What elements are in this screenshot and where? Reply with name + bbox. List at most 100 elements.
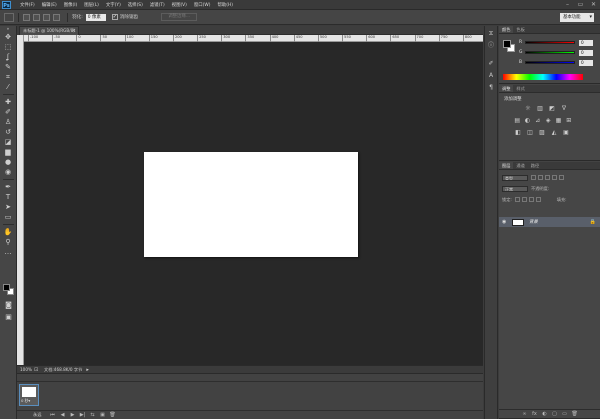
blue-value[interactable]: 0 xyxy=(579,59,593,66)
previous-frame-icon[interactable]: ◀ xyxy=(59,412,66,419)
clone-stamp-tool-icon[interactable]: ♙ xyxy=(3,117,14,127)
brush-tool-icon[interactable]: ✐ xyxy=(3,107,14,117)
filter-adjustment-icon[interactable] xyxy=(538,175,543,180)
first-frame-icon[interactable]: ⏮ xyxy=(49,412,56,419)
history-brush-tool-icon[interactable]: ↺ xyxy=(3,127,14,137)
move-tool-icon[interactable]: ✥ xyxy=(3,32,14,42)
menu-edit[interactable]: 编辑(E) xyxy=(42,2,57,8)
brightness-contrast-icon[interactable]: ☼ xyxy=(524,105,532,113)
adjustment-layer-icon[interactable]: ◐ xyxy=(542,411,548,417)
zoom-level[interactable]: 100% xyxy=(20,367,34,372)
lock-pixels-icon[interactable] xyxy=(521,197,527,202)
subtract-selection-button[interactable] xyxy=(43,13,50,21)
filter-type-icon[interactable] xyxy=(545,175,550,180)
link-layers-icon[interactable]: ∞ xyxy=(522,411,528,417)
add-selection-button[interactable] xyxy=(33,13,40,21)
green-value[interactable]: 0 xyxy=(579,49,593,56)
menu-type[interactable]: 文字(Y) xyxy=(106,2,121,8)
hue-saturation-icon[interactable]: ◐ xyxy=(524,117,530,125)
crop-tool-icon[interactable]: ⌗ xyxy=(3,72,14,82)
gradient-map-icon[interactable]: ▣ xyxy=(562,129,570,137)
layer-style-icon[interactable]: fx xyxy=(532,411,538,417)
color-spectrum[interactable] xyxy=(503,74,583,80)
filter-shape-icon[interactable] xyxy=(552,175,557,180)
dodge-tool-icon[interactable]: ◉ xyxy=(3,167,14,177)
blur-tool-icon[interactable]: ● xyxy=(3,157,14,167)
channel-mixer-icon[interactable]: ⊞ xyxy=(566,117,572,125)
vibrance-icon[interactable]: ▤ xyxy=(514,117,520,125)
workspace-select[interactable]: 基本功能 xyxy=(560,13,594,22)
animation-frame[interactable]: 0 秒▾ xyxy=(19,384,39,406)
menu-view[interactable]: 视图(V) xyxy=(172,2,187,8)
color-balance-icon[interactable]: ⊿ xyxy=(535,117,541,125)
tab-channels[interactable]: 通道 xyxy=(513,162,527,169)
tab-styles[interactable]: 样式 xyxy=(513,85,527,92)
red-track[interactable] xyxy=(525,41,575,44)
posterize-icon[interactable]: ◫ xyxy=(526,129,534,137)
menu-window[interactable]: 窗口(W) xyxy=(194,2,211,8)
delete-layer-icon[interactable]: 🗑 xyxy=(572,411,578,417)
photo-filter-icon[interactable]: ▦ xyxy=(555,117,562,125)
gradient-tool-icon[interactable]: ▆ xyxy=(3,147,14,157)
intersect-selection-button[interactable] xyxy=(53,13,60,21)
healing-brush-tool-icon[interactable]: ✚ xyxy=(3,97,14,107)
foreground-color-swatch[interactable] xyxy=(3,284,10,291)
green-slider[interactable]: G 0 xyxy=(519,49,597,56)
properties-panel-icon[interactable]: ⓘ xyxy=(487,41,496,50)
play-icon[interactable]: ▶ xyxy=(69,412,76,419)
invert-icon[interactable]: ◧ xyxy=(514,129,522,137)
filter-pixel-icon[interactable] xyxy=(531,175,536,180)
lock-position-icon[interactable] xyxy=(528,197,534,202)
layer-mask-icon[interactable]: ▢ xyxy=(552,411,558,417)
exposure-icon[interactable]: ∇ xyxy=(560,105,568,113)
zoom-tool-icon[interactable]: ⚲ xyxy=(3,237,14,247)
pen-tool-icon[interactable]: ✒ xyxy=(3,182,14,192)
delete-frame-icon[interactable]: 🗑 xyxy=(109,412,116,419)
levels-icon[interactable]: ▥ xyxy=(536,105,544,113)
blue-track[interactable] xyxy=(525,61,575,64)
character-panel-icon[interactable]: A xyxy=(487,71,496,80)
visibility-eye-icon[interactable]: ◉ xyxy=(502,219,508,225)
feather-input[interactable]: 0 像素 xyxy=(85,13,106,21)
marquee-tool-icon[interactable]: ⬚ xyxy=(3,42,14,52)
close-icon[interactable]: ✕ xyxy=(590,1,597,8)
menu-image[interactable]: 图像(I) xyxy=(64,2,78,8)
lock-transparent-icon[interactable] xyxy=(514,197,520,202)
loop-select[interactable]: 永远 xyxy=(33,412,49,418)
tab-paths[interactable]: 路径 xyxy=(528,162,542,169)
next-frame-icon[interactable]: ▶| xyxy=(79,412,86,419)
brush-panel-icon[interactable]: ✐ xyxy=(487,59,496,68)
antialias-checkbox[interactable]: ✓ xyxy=(111,14,118,20)
color-foreground-swatch[interactable] xyxy=(503,40,511,48)
paragraph-panel-icon[interactable]: ¶ xyxy=(487,83,496,92)
green-track[interactable] xyxy=(525,51,575,54)
quick-select-tool-icon[interactable]: ✎ xyxy=(3,62,14,72)
eyedropper-tool-icon[interactable]: ⁄ xyxy=(3,82,14,92)
tab-adjustments[interactable]: 调整 xyxy=(499,85,514,92)
lock-all-icon[interactable] xyxy=(535,197,541,202)
menu-select[interactable]: 选择(S) xyxy=(128,2,143,8)
type-tool-icon[interactable]: T xyxy=(3,192,14,202)
tab-swatches[interactable]: 色板 xyxy=(513,26,527,33)
eraser-tool-icon[interactable]: ◪ xyxy=(3,137,14,147)
status-info-icon[interactable]: ⊡ xyxy=(34,367,40,373)
shape-tool-icon[interactable]: ▭ xyxy=(3,212,14,222)
close-document-icon[interactable]: × xyxy=(72,27,76,35)
more-tools-icon[interactable]: … xyxy=(3,247,14,257)
hand-tool-icon[interactable]: ✋ xyxy=(3,227,14,237)
maximize-icon[interactable]: ▭ xyxy=(577,1,584,8)
minimize-icon[interactable]: – xyxy=(564,1,571,8)
menu-file[interactable]: 文件(F) xyxy=(20,2,35,8)
lasso-tool-icon[interactable]: ʆ xyxy=(3,52,14,62)
tween-icon[interactable]: ⇆ xyxy=(89,412,96,419)
red-value[interactable]: 0 xyxy=(579,39,593,46)
canvas-workspace[interactable] xyxy=(24,42,483,365)
tab-color[interactable]: 颜色 xyxy=(499,26,514,33)
duplicate-frame-icon[interactable]: ▣ xyxy=(99,412,106,419)
menu-filter[interactable]: 滤镜(T) xyxy=(150,2,165,8)
screen-mode-icon[interactable]: ▣ xyxy=(3,312,14,322)
path-select-tool-icon[interactable]: ➤ xyxy=(3,202,14,212)
menu-layer[interactable]: 图层(L) xyxy=(84,2,99,8)
status-menu-arrow-icon[interactable]: ▸ xyxy=(86,367,89,373)
selective-color-icon[interactable]: ◭ xyxy=(550,129,558,137)
